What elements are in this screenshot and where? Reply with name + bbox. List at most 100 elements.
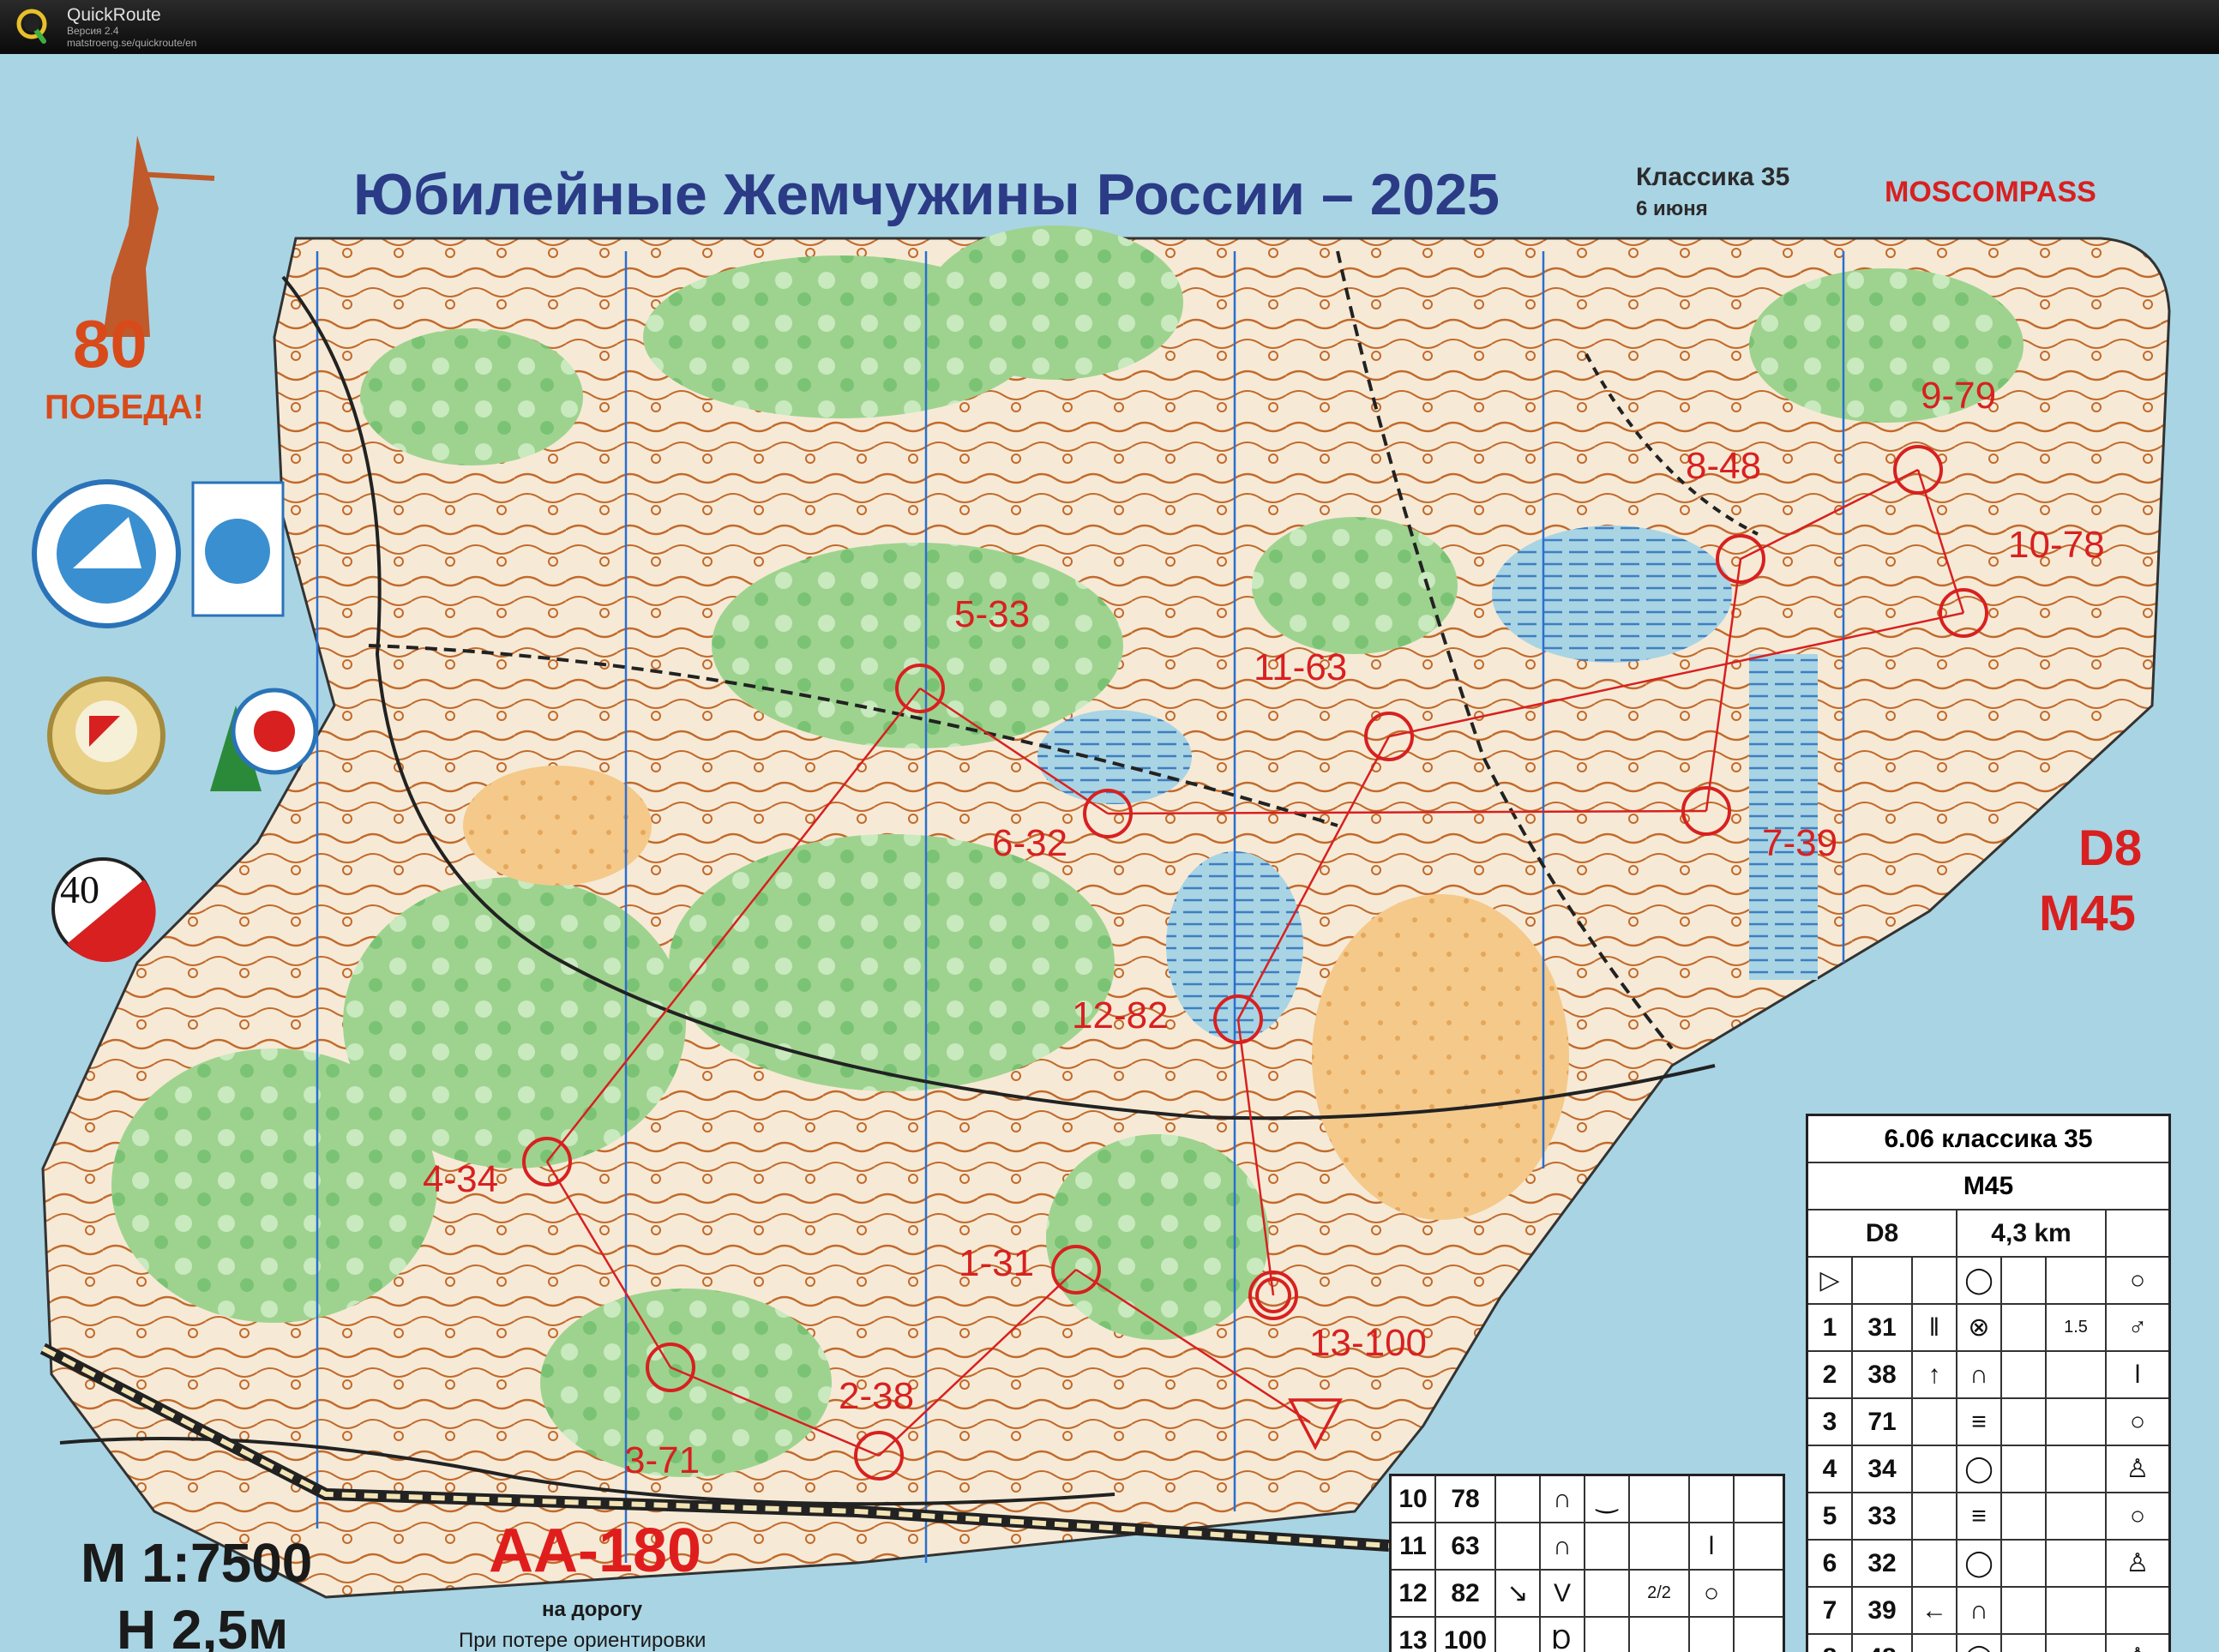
desc-control-code: 100 <box>1436 1618 1496 1652</box>
map-title: Юбилейные Жемчужины России – 2025 <box>353 162 1500 227</box>
desc-rows-2: 10 78 ∩ ‿ 11 63 ∩ ǀ 12 82 ↘ V 2/2 ○ 13 100 Ɒ <box>1392 1476 1783 1652</box>
control-label-9: 9-79 <box>1921 375 1996 417</box>
desc-row: 1 31 ǁ ⊗ 1.5 ♂ <box>1808 1305 2168 1352</box>
desc-symbol: ○ <box>1690 1571 1735 1616</box>
desc-symbol: ⊗ <box>1957 1305 2002 1350</box>
desc-control-number: 4 <box>1808 1446 1853 1492</box>
zhemchuzhiny-rossii-logo <box>32 479 181 628</box>
age-badge-icon: 40 <box>51 857 156 963</box>
desc-control-code: 38 <box>1853 1352 1913 1397</box>
desc-symbol <box>1496 1618 1541 1652</box>
quickroute-q-icon <box>16 9 47 44</box>
control-label-12: 12-82 <box>1072 994 1169 1036</box>
desc-symbol <box>2047 1588 2107 1633</box>
control-label-10: 10-78 <box>2008 524 2105 566</box>
desc-symbol: Ɒ <box>1541 1618 1585 1652</box>
app-name: QuickRoute <box>67 5 161 25</box>
victory-80-logo: 80 ПОБЕДА! <box>45 135 215 426</box>
desc-symbol <box>1735 1571 1783 1616</box>
desc-symbol <box>2002 1541 2047 1586</box>
moscompass-logo: MOSCOMPASS <box>1885 176 2096 208</box>
desc-symbol <box>1735 1618 1783 1652</box>
desc-symbol: ← <box>1913 1588 1957 1633</box>
start-triangle-icon: ▷ <box>1808 1258 1853 1303</box>
desc-control-number: 7 <box>1808 1588 1853 1633</box>
desc-symbol: ǁ <box>1913 1305 1957 1350</box>
desc-symbol: ∩ <box>1957 1588 2002 1633</box>
desc-symbol: ♙ <box>2126 1455 2150 1483</box>
start-location-icon: ○ <box>2129 1265 2146 1295</box>
desc-symbol <box>2002 1493 2047 1539</box>
desc-symbol <box>1690 1618 1735 1652</box>
desc-control-number: 10 <box>1392 1476 1436 1522</box>
desc-symbol: 2/2 <box>1630 1571 1690 1616</box>
desc-symbol <box>1735 1476 1783 1522</box>
desc-control-code: 82 <box>1436 1571 1496 1616</box>
oval-icon: ◯ <box>1957 1258 2002 1303</box>
desc-control-number: 5 <box>1808 1493 1853 1539</box>
desc-row: 4 34 ◯ ♙ <box>1808 1446 2168 1493</box>
desc-symbol <box>2002 1352 2047 1397</box>
desc-symbol: ≡ <box>1957 1493 2002 1539</box>
desc-symbol: ↑ <box>1913 1352 1957 1397</box>
emergency-code: АА-180 <box>489 1517 701 1585</box>
desc-control-code: 32 <box>1853 1541 1913 1586</box>
event-date: 6 июня <box>1636 197 1708 220</box>
desc-control-code: 48 <box>1853 1635 1913 1652</box>
class-m45: M45 <box>2039 886 2136 941</box>
desc-subclass: D8 <box>1808 1210 1957 1256</box>
federation-logo <box>47 676 165 795</box>
desc-row: 11 63 ∩ ǀ <box>1392 1523 1783 1571</box>
control-label-11: 11-63 <box>1254 646 1347 688</box>
desc-symbol <box>1585 1618 1630 1652</box>
desc-symbol <box>2002 1399 2047 1445</box>
desc-control-number: 2 <box>1808 1352 1853 1397</box>
desc-control-code: 39 <box>1853 1588 1913 1633</box>
klub-zhemchuzhiny-logo <box>191 481 285 617</box>
map-viewport[interactable]: 1-31 2-38 3-71 4-34 5-33 6-32 7-39 8-48 … <box>0 54 2219 1652</box>
contour-interval: Н 2,5м <box>117 1599 288 1652</box>
desc-control-number: 11 <box>1392 1523 1436 1569</box>
desc-row: 848 ◯ ♙ <box>1808 1635 2168 1652</box>
desc-control-code: 71 <box>1853 1399 1913 1445</box>
desc-symbol <box>2047 1635 2107 1652</box>
desc-control-code: 63 <box>1436 1523 1496 1569</box>
desc-symbol: ∩ <box>1957 1352 2002 1397</box>
desc-symbol: ‿ <box>1585 1476 1630 1522</box>
desc-symbol: ◯ <box>1957 1635 2002 1652</box>
desc-symbol <box>1913 1493 1957 1539</box>
desc-symbol <box>2002 1305 2047 1350</box>
desc-symbol: ↘ <box>1496 1571 1541 1616</box>
desc-symbol <box>2002 1588 2047 1633</box>
desc-event-header: 6.06 классика 35 <box>1808 1116 2168 1163</box>
desc-symbol: ◯ <box>1957 1541 2002 1586</box>
desc-symbol <box>1913 1541 1957 1586</box>
desc-symbol <box>1630 1523 1690 1569</box>
svg-text:MOSCOMPASS: MOSCOMPASS <box>1885 176 2096 208</box>
map-scale: М 1:7500 <box>81 1532 312 1594</box>
desc-symbol: ♂ <box>2127 1313 2148 1342</box>
control-label-2: 2-38 <box>839 1375 914 1417</box>
desc-start-row: ▷ ◯ ○ <box>1808 1258 2168 1305</box>
desc-symbol <box>1735 1523 1783 1569</box>
desc-symbol <box>1690 1476 1735 1522</box>
control-label-3: 3-71 <box>624 1439 700 1481</box>
desc-control-number: 6 <box>1808 1541 1853 1586</box>
desc-symbol <box>1496 1523 1541 1569</box>
desc-symbol: ♙ <box>2107 1635 2168 1652</box>
desc-control-number: 8 <box>1808 1635 1853 1652</box>
desc-symbol: 1.5 <box>2047 1305 2107 1350</box>
desc-symbol <box>1913 1399 1957 1445</box>
desc-row: 10 78 ∩ ‿ <box>1392 1476 1783 1523</box>
desc-row: 3 71 ≡ ○ <box>1808 1399 2168 1446</box>
desc-row: 2 38 ↑ ∩ ǀ <box>1808 1352 2168 1399</box>
desc-row: 5 33 ≡ ○ <box>1808 1493 2168 1541</box>
control-label-6: 6-32 <box>992 822 1067 864</box>
desc-control-code: 33 <box>1853 1493 1913 1539</box>
desc-symbol: V <box>1541 1571 1585 1616</box>
desc-row: 12 82 ↘ V 2/2 ○ <box>1392 1571 1783 1618</box>
desc-rows: 1 31 ǁ ⊗ 1.5 ♂ 2 38 ↑ ∩ ǀ 3 71 ≡ ○ 4 34 ◯ ♙ 5 33 ≡ ○ 6 32 ◯ ♙ 7 39 ← ∩… <box>1808 1305 2168 1652</box>
desc-row: 13 100 Ɒ <box>1392 1618 1783 1652</box>
desc-symbol <box>1913 1446 1957 1492</box>
emergency-note: При потере ориентировки <box>459 1629 706 1652</box>
